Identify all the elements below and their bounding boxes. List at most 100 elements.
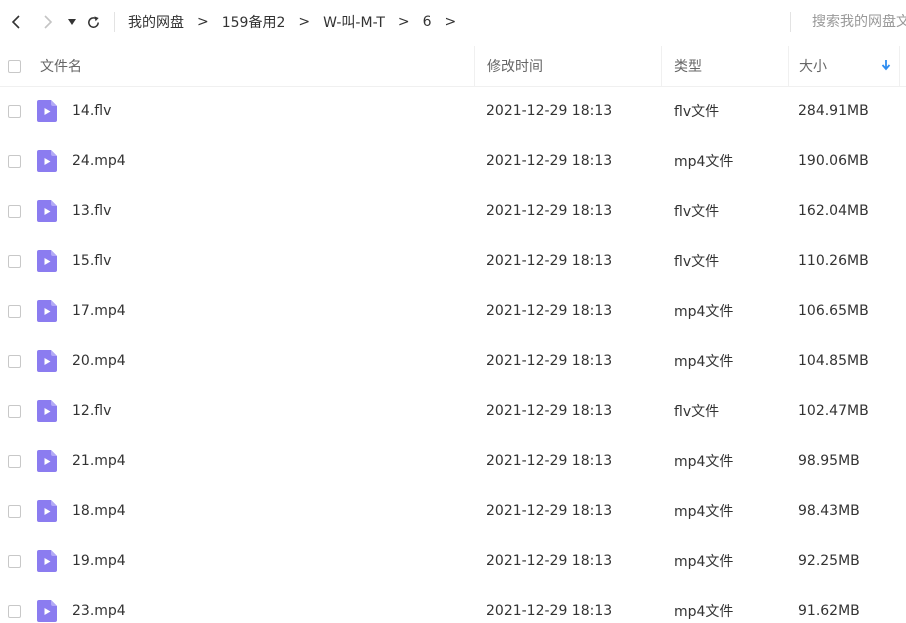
file-icon-cell [37, 336, 57, 386]
column-header-size[interactable]: 大小 [788, 46, 900, 86]
chevron-right-icon [44, 15, 53, 29]
file-name[interactable]: 23.mp4 [72, 586, 126, 623]
row-checkbox[interactable] [7, 604, 21, 618]
chevron-left-icon [11, 15, 20, 29]
search-divider [790, 12, 791, 32]
video-file-icon [37, 150, 57, 172]
row-checkbox[interactable] [7, 504, 21, 518]
file-name[interactable]: 15.flv [72, 236, 111, 286]
file-name[interactable]: 13.flv [72, 186, 111, 236]
file-row[interactable]: 18.mp4 2021-12-29 18:13 mp4文件 98.43MB [0, 486, 906, 536]
file-name[interactable]: 21.mp4 [72, 436, 126, 486]
file-name[interactable]: 17.mp4 [72, 286, 126, 336]
breadcrumb-item[interactable]: W-叫-M-T [318, 12, 390, 32]
video-file-icon [37, 500, 57, 522]
column-header-date[interactable]: 修改时间 [474, 46, 661, 86]
history-dropdown-button[interactable] [64, 8, 80, 36]
search-box [802, 8, 906, 36]
row-select-cell [4, 486, 24, 536]
file-icon-cell [37, 486, 57, 536]
file-row[interactable]: 21.mp4 2021-12-29 18:13 mp4文件 98.95MB [0, 436, 906, 486]
file-icon-cell [37, 586, 57, 623]
row-checkbox[interactable] [7, 404, 21, 418]
file-name[interactable]: 24.mp4 [72, 136, 126, 186]
file-row[interactable]: 20.mp4 2021-12-29 18:13 mp4文件 104.85MB [0, 336, 906, 386]
row-checkbox[interactable] [7, 554, 21, 568]
breadcrumb-item[interactable]: 159备用2 [217, 12, 291, 32]
back-button[interactable] [2, 8, 30, 36]
file-icon-cell [37, 536, 57, 586]
forward-button[interactable] [34, 8, 62, 36]
file-row[interactable]: 13.flv 2021-12-29 18:13 flv文件 162.04MB [0, 186, 906, 236]
file-type: mp4文件 [674, 354, 734, 370]
row-checkbox[interactable] [7, 304, 21, 318]
file-type: mp4文件 [674, 554, 734, 570]
row-select-cell [4, 186, 24, 236]
row-checkbox[interactable] [7, 454, 21, 468]
file-size: 104.85MB [798, 353, 869, 369]
refresh-button[interactable] [82, 8, 104, 36]
file-row[interactable]: 19.mp4 2021-12-29 18:13 mp4文件 92.25MB [0, 536, 906, 586]
file-row[interactable]: 24.mp4 2021-12-29 18:13 mp4文件 190.06MB [0, 136, 906, 186]
file-size: 92.25MB [798, 553, 860, 569]
file-modified-date: 2021-12-29 18:13 [486, 453, 613, 469]
column-header-size-label: 大小 [799, 59, 827, 75]
row-select-cell [4, 436, 24, 486]
file-modified-date: 2021-12-29 18:13 [486, 303, 613, 319]
video-file-icon [37, 450, 57, 472]
file-row[interactable]: 17.mp4 2021-12-29 18:13 mp4文件 106.65MB [0, 286, 906, 336]
file-row[interactable]: 23.mp4 2021-12-29 18:13 mp4文件 91.62MB [0, 586, 906, 623]
video-file-icon [37, 100, 57, 122]
file-type: mp4文件 [674, 454, 734, 470]
file-type: mp4文件 [674, 304, 734, 320]
nav-divider [114, 12, 115, 32]
column-header-type[interactable]: 类型 [661, 46, 788, 86]
file-icon-cell [37, 136, 57, 186]
file-name[interactable]: 12.flv [72, 386, 111, 436]
file-size: 284.91MB [798, 103, 869, 119]
search-input[interactable] [802, 14, 906, 30]
row-checkbox[interactable] [7, 104, 21, 118]
video-file-icon [37, 350, 57, 372]
video-file-icon [37, 600, 57, 622]
video-file-icon [37, 200, 57, 222]
row-checkbox[interactable] [7, 204, 21, 218]
file-type: flv文件 [674, 104, 720, 120]
file-list-header: 文件名 修改时间 类型 大小 [0, 46, 906, 87]
row-select-cell [4, 86, 24, 136]
breadcrumb-item-root[interactable]: 我的网盘 [123, 12, 189, 32]
file-size: 98.95MB [798, 453, 860, 469]
file-type: mp4文件 [674, 504, 734, 520]
file-manager: 我的网盘 > 159备用2 > W-叫-M-T > 6 > 文件名 修改时间 类… [0, 0, 906, 623]
row-checkbox[interactable] [7, 354, 21, 368]
top-nav-bar: 我的网盘 > 159备用2 > W-叫-M-T > 6 > [0, 0, 906, 44]
file-name[interactable]: 18.mp4 [72, 486, 126, 536]
file-icon-cell [37, 186, 57, 236]
row-checkbox[interactable] [7, 254, 21, 268]
row-select-cell [4, 286, 24, 336]
file-row[interactable]: 14.flv 2021-12-29 18:13 flv文件 284.91MB [0, 86, 906, 136]
caret-down-icon [68, 19, 76, 25]
video-file-icon [37, 300, 57, 322]
breadcrumb: 我的网盘 > 159备用2 > W-叫-M-T > 6 > [123, 12, 464, 32]
breadcrumb-separator: > [397, 14, 410, 30]
select-all-checkbox[interactable] [7, 59, 21, 73]
row-checkbox[interactable] [7, 154, 21, 168]
file-name[interactable]: 20.mp4 [72, 336, 126, 386]
file-name[interactable]: 14.flv [72, 86, 111, 136]
file-name[interactable]: 19.mp4 [72, 536, 126, 586]
breadcrumb-separator: > [197, 14, 209, 30]
file-row[interactable]: 15.flv 2021-12-29 18:13 flv文件 110.26MB [0, 236, 906, 286]
file-size: 110.26MB [798, 253, 869, 269]
file-icon-cell [37, 86, 57, 136]
file-size: 190.06MB [798, 153, 869, 169]
breadcrumb-item-current[interactable]: 6 [418, 14, 437, 30]
file-modified-date: 2021-12-29 18:13 [486, 253, 613, 269]
column-header-name[interactable]: 文件名 [40, 46, 472, 86]
file-row[interactable]: 12.flv 2021-12-29 18:13 flv文件 102.47MB [0, 386, 906, 436]
file-type: flv文件 [674, 254, 720, 270]
row-select-cell [4, 536, 24, 586]
file-modified-date: 2021-12-29 18:13 [486, 403, 613, 419]
file-icon-cell [37, 236, 57, 286]
file-modified-date: 2021-12-29 18:13 [486, 603, 613, 619]
